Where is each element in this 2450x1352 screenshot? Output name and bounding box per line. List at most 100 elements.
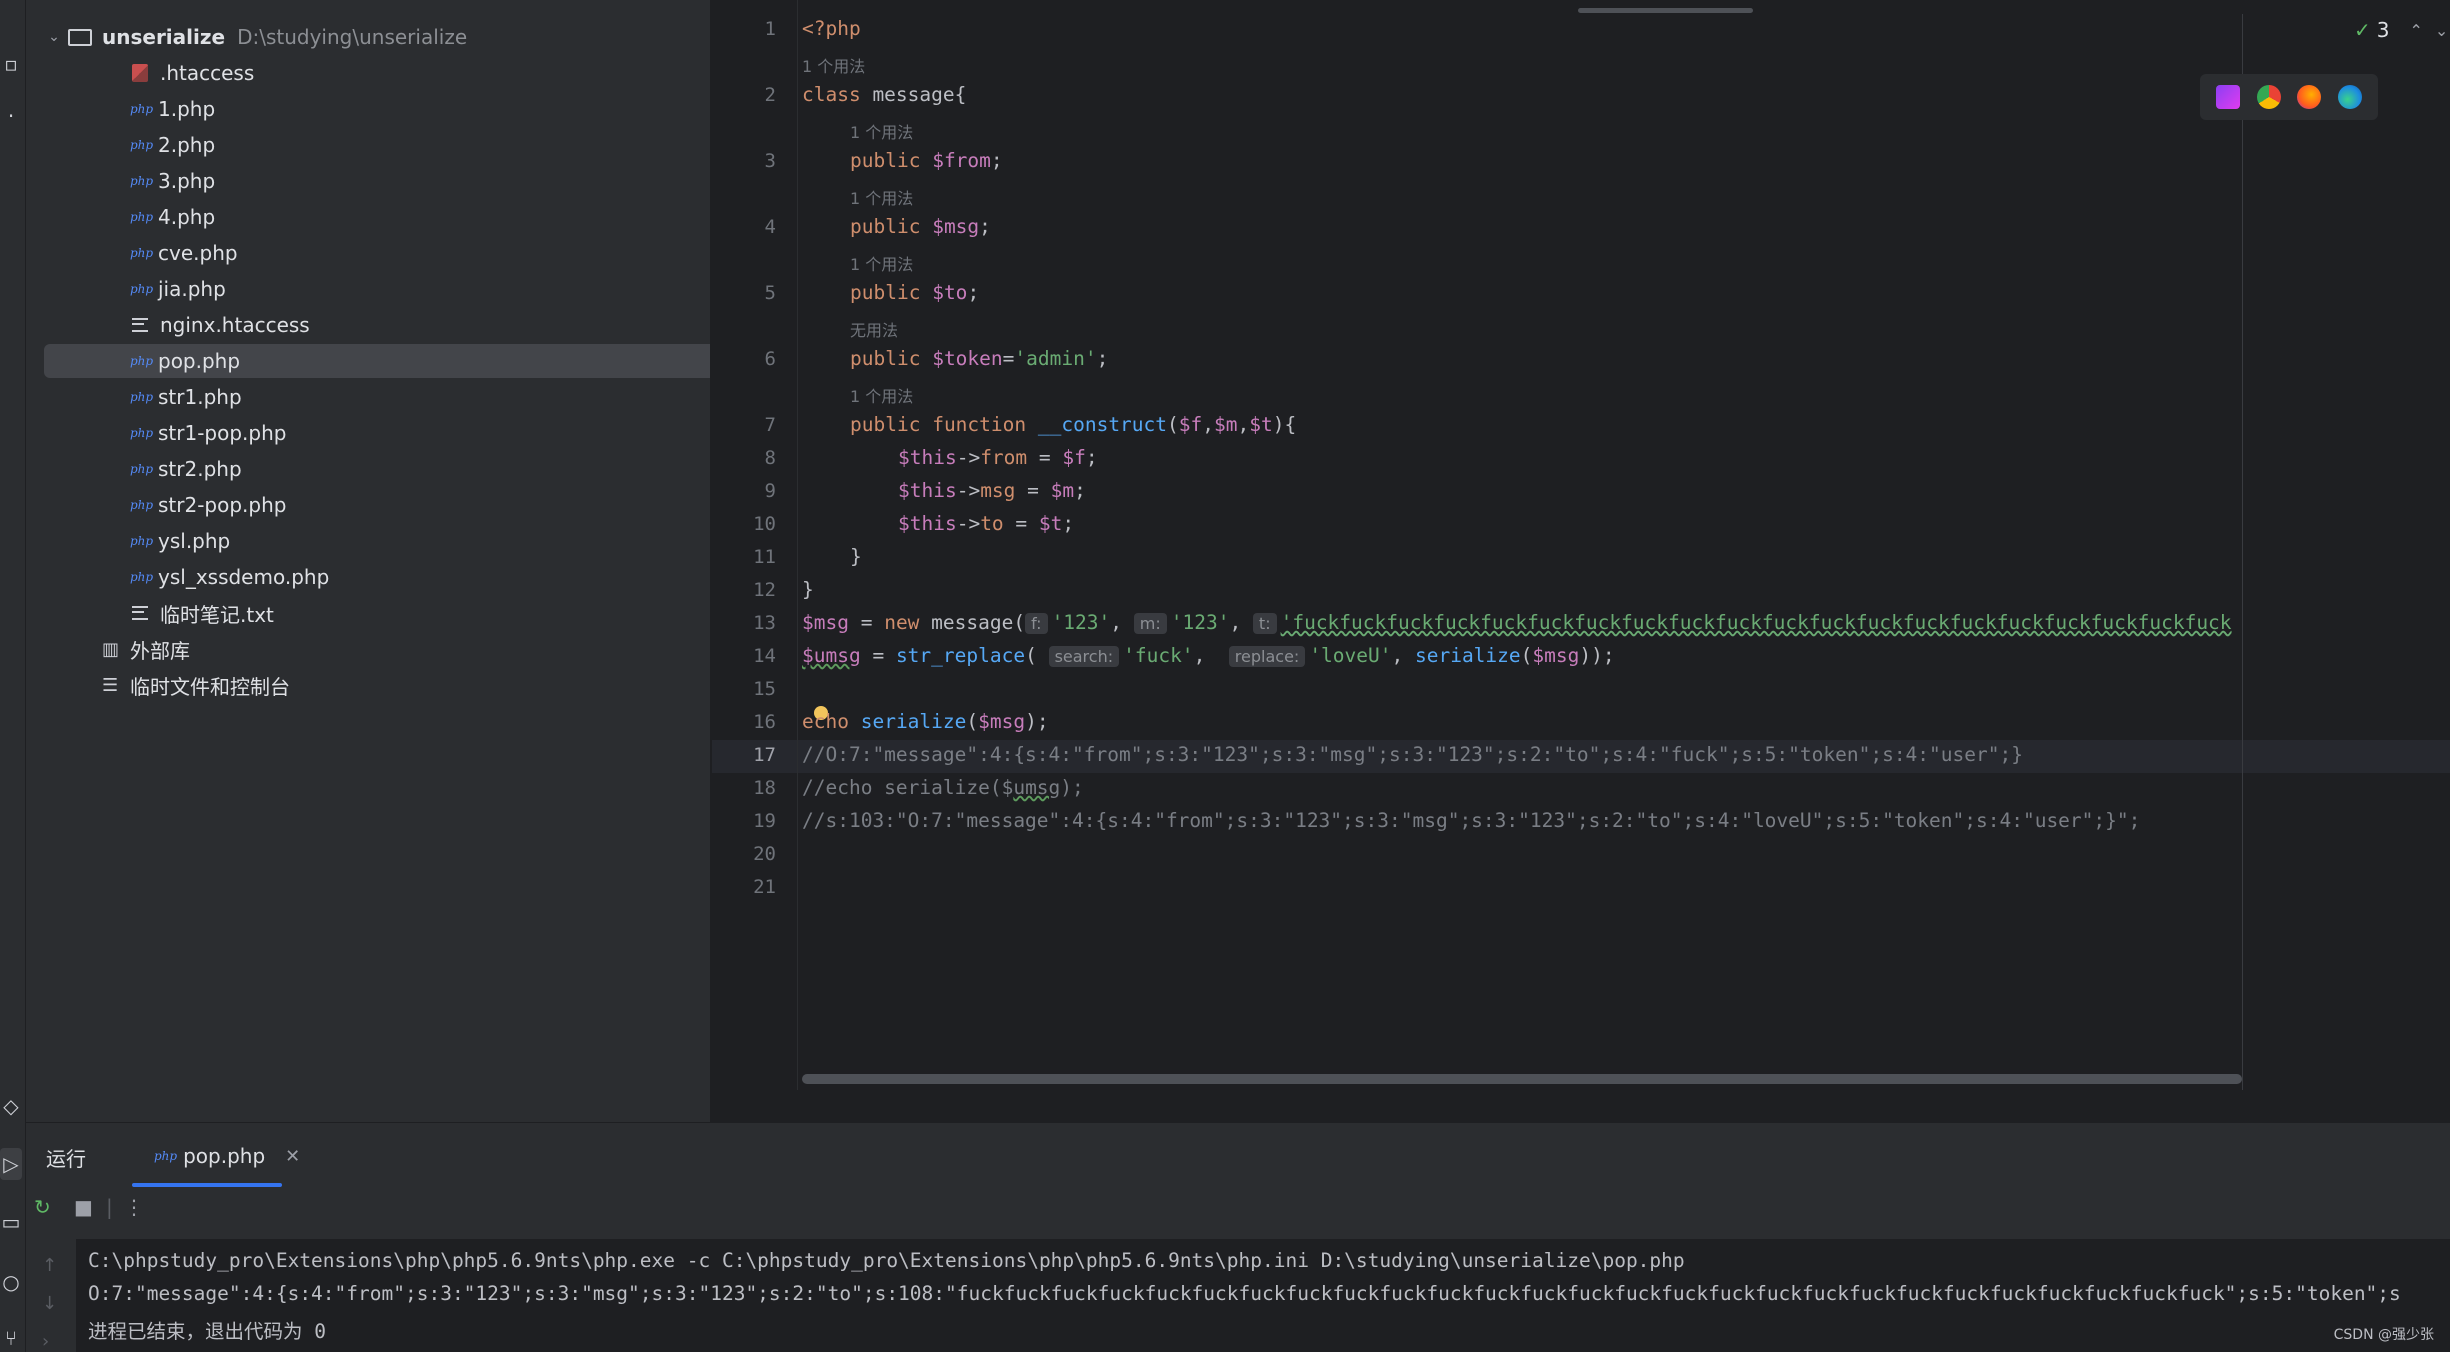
tree-file-nginx-htaccess[interactable]: nginx.htaccess [44,308,710,342]
tree-scratches-consoles[interactable]: ☰ 临时文件和控制台 [44,668,710,702]
text-file-icon [132,606,148,620]
tab-scroll-indicator[interactable] [1578,8,1753,13]
horizontal-scrollbar[interactable] [802,1074,2242,1084]
tree-file-3-php[interactable]: php 3.php [44,164,710,198]
usage-hint[interactable]: 1 个用法 [850,185,913,209]
variable: $msg [1532,644,1580,667]
variable: $msg [802,611,849,634]
property: $from [932,149,991,172]
code-editor[interactable]: 1 2 3 4 5 6 7 8 9 10 11 12 13 14 15 16 1… [712,0,2450,1100]
tree-root-unserialize[interactable]: ⌄ unserialize D:\studying\unserialize [44,20,710,54]
function-name: str_replace [895,644,1026,667]
code-line-10: $this->to = $t; [898,512,1075,535]
tree-external-libraries[interactable]: ▥ 外部库 [44,632,710,666]
firefox-icon[interactable] [2297,85,2322,109]
project-tool-icon[interactable]: ▫ [0,48,22,80]
problems-icon[interactable]: ○ [0,1266,22,1298]
file-name: pop.php [158,349,241,373]
php-icon: php [130,426,154,440]
arrow-up-icon[interactable]: ↑ [42,1255,57,1276]
edge-icon[interactable] [2337,85,2362,109]
keyword: public [850,281,921,304]
external-libs-label: 外部库 [130,638,190,663]
file-name: str1-pop.php [158,421,287,445]
php-icon: php [130,246,154,260]
chrome-icon[interactable] [2256,85,2281,109]
tree-file-str2-php[interactable]: php str2.php [44,452,710,486]
php-icon: php [130,498,154,512]
git-icon[interactable]: ⑂ [0,1322,22,1352]
php-open-tag: <?php [802,17,861,40]
usage-hint[interactable]: 1 个用法 [850,383,913,407]
more-tools-icon[interactable]: · [0,100,22,132]
more-options-icon[interactable]: ⋮ [124,1195,144,1219]
php-icon: php [154,1149,178,1163]
tree-file-pop-php[interactable]: php pop.php [44,344,710,378]
tree-file-ysl-xssdemo-php[interactable]: php ysl_xssdemo.php [44,560,710,594]
line-number: 7 [764,414,776,436]
code-line-11: } [850,545,862,568]
line-number: 11 [753,546,776,568]
code-line-9: $this->msg = $m; [898,479,1086,502]
text-file-icon [132,318,148,332]
tree-file-cve-php[interactable]: php cve.php [44,236,710,270]
console-side-toolbar: ↑ ↓ › [26,1239,76,1352]
watermark: CSDN @强少张 [2333,1327,2434,1343]
code-line-4: public $msg; [850,215,991,238]
line-number: 20 [753,843,776,865]
variable: $msg [978,710,1026,733]
tree-file-str1-php[interactable]: php str1.php [44,380,710,414]
chevron-down-icon[interactable]: ⌄ [44,29,64,45]
param-var: $f [1062,446,1086,469]
run-tab-pop-php[interactable]: php pop.php ✕ [126,1129,306,1183]
code-line-18: //echo serialize($umsg); [802,776,1084,799]
arrow-down-icon[interactable]: ↓ [42,1293,57,1314]
param-hint: m: [1133,613,1167,634]
stop-icon[interactable]: ■ [74,1195,93,1219]
chevron-up-icon[interactable]: ⌃ [2410,21,2423,40]
usage-hint[interactable]: 1 个用法 [850,119,913,143]
rerun-icon[interactable]: ↻ [34,1195,51,1219]
usage-hint[interactable]: 1 个用法 [802,53,865,77]
keyword: echo [802,710,849,733]
line-number: 4 [764,216,776,238]
phpstorm-icon[interactable] [2216,85,2241,109]
php-icon: php [130,462,154,476]
tree-file-notes-txt[interactable]: 临时笔记.txt [44,596,710,630]
tree-file-ysl-php[interactable]: php ysl.php [44,524,710,558]
property-access: to [980,512,1004,535]
library-icon: ▥ [102,638,120,660]
toolbar-divider: | [106,1195,113,1219]
file-name: .htaccess [160,61,255,85]
close-icon[interactable]: ✕ [285,1146,300,1167]
keyword: class [802,83,861,106]
code-line-17: //O:7:"message":4:{s:4:"from";s:3:"123";… [802,743,2023,766]
tree-file-str1-pop-php[interactable]: php str1-pop.php [44,416,710,450]
services-icon[interactable]: ◇ [0,1090,22,1122]
scratches-label: 临时文件和控制台 [130,674,290,699]
php-icon: php [130,390,154,404]
tree-file-htaccess[interactable]: .htaccess [44,56,710,90]
tree-file-str2-pop-php[interactable]: php str2-pop.php [44,488,710,522]
this-var: $this [898,446,957,469]
usage-hint[interactable]: 无用法 [850,317,898,341]
string-literal: '123' [1170,611,1230,634]
this-var: $this [898,479,957,502]
tree-file-1-php[interactable]: php 1.php [44,92,710,126]
inspection-widget[interactable]: ✓ 3 ⌃ ⌄ [2354,18,2448,42]
run-tool-icon[interactable]: ▷ [0,1148,22,1180]
string-literal: 'loveU' [1309,644,1392,667]
usage-hint[interactable]: 1 个用法 [850,251,913,275]
terminal-icon[interactable]: ▭ [0,1206,22,1238]
console-output[interactable]: C:\phpstudy_pro\Extensions\php\php5.6.9n… [76,1239,2450,1352]
tree-file-2-php[interactable]: php 2.php [44,128,710,162]
variable: $umsg [802,644,861,667]
chevron-right-icon[interactable]: › [42,1331,49,1352]
line-number: 3 [764,150,776,172]
inspection-count: 3 [2376,18,2390,42]
scratches-icon: ☰ [102,674,119,696]
tree-file-jia-php[interactable]: php jia.php [44,272,710,306]
chevron-down-icon[interactable]: ⌄ [2435,21,2448,40]
property-access: from [980,446,1028,469]
tree-file-4-php[interactable]: php 4.php [44,200,710,234]
